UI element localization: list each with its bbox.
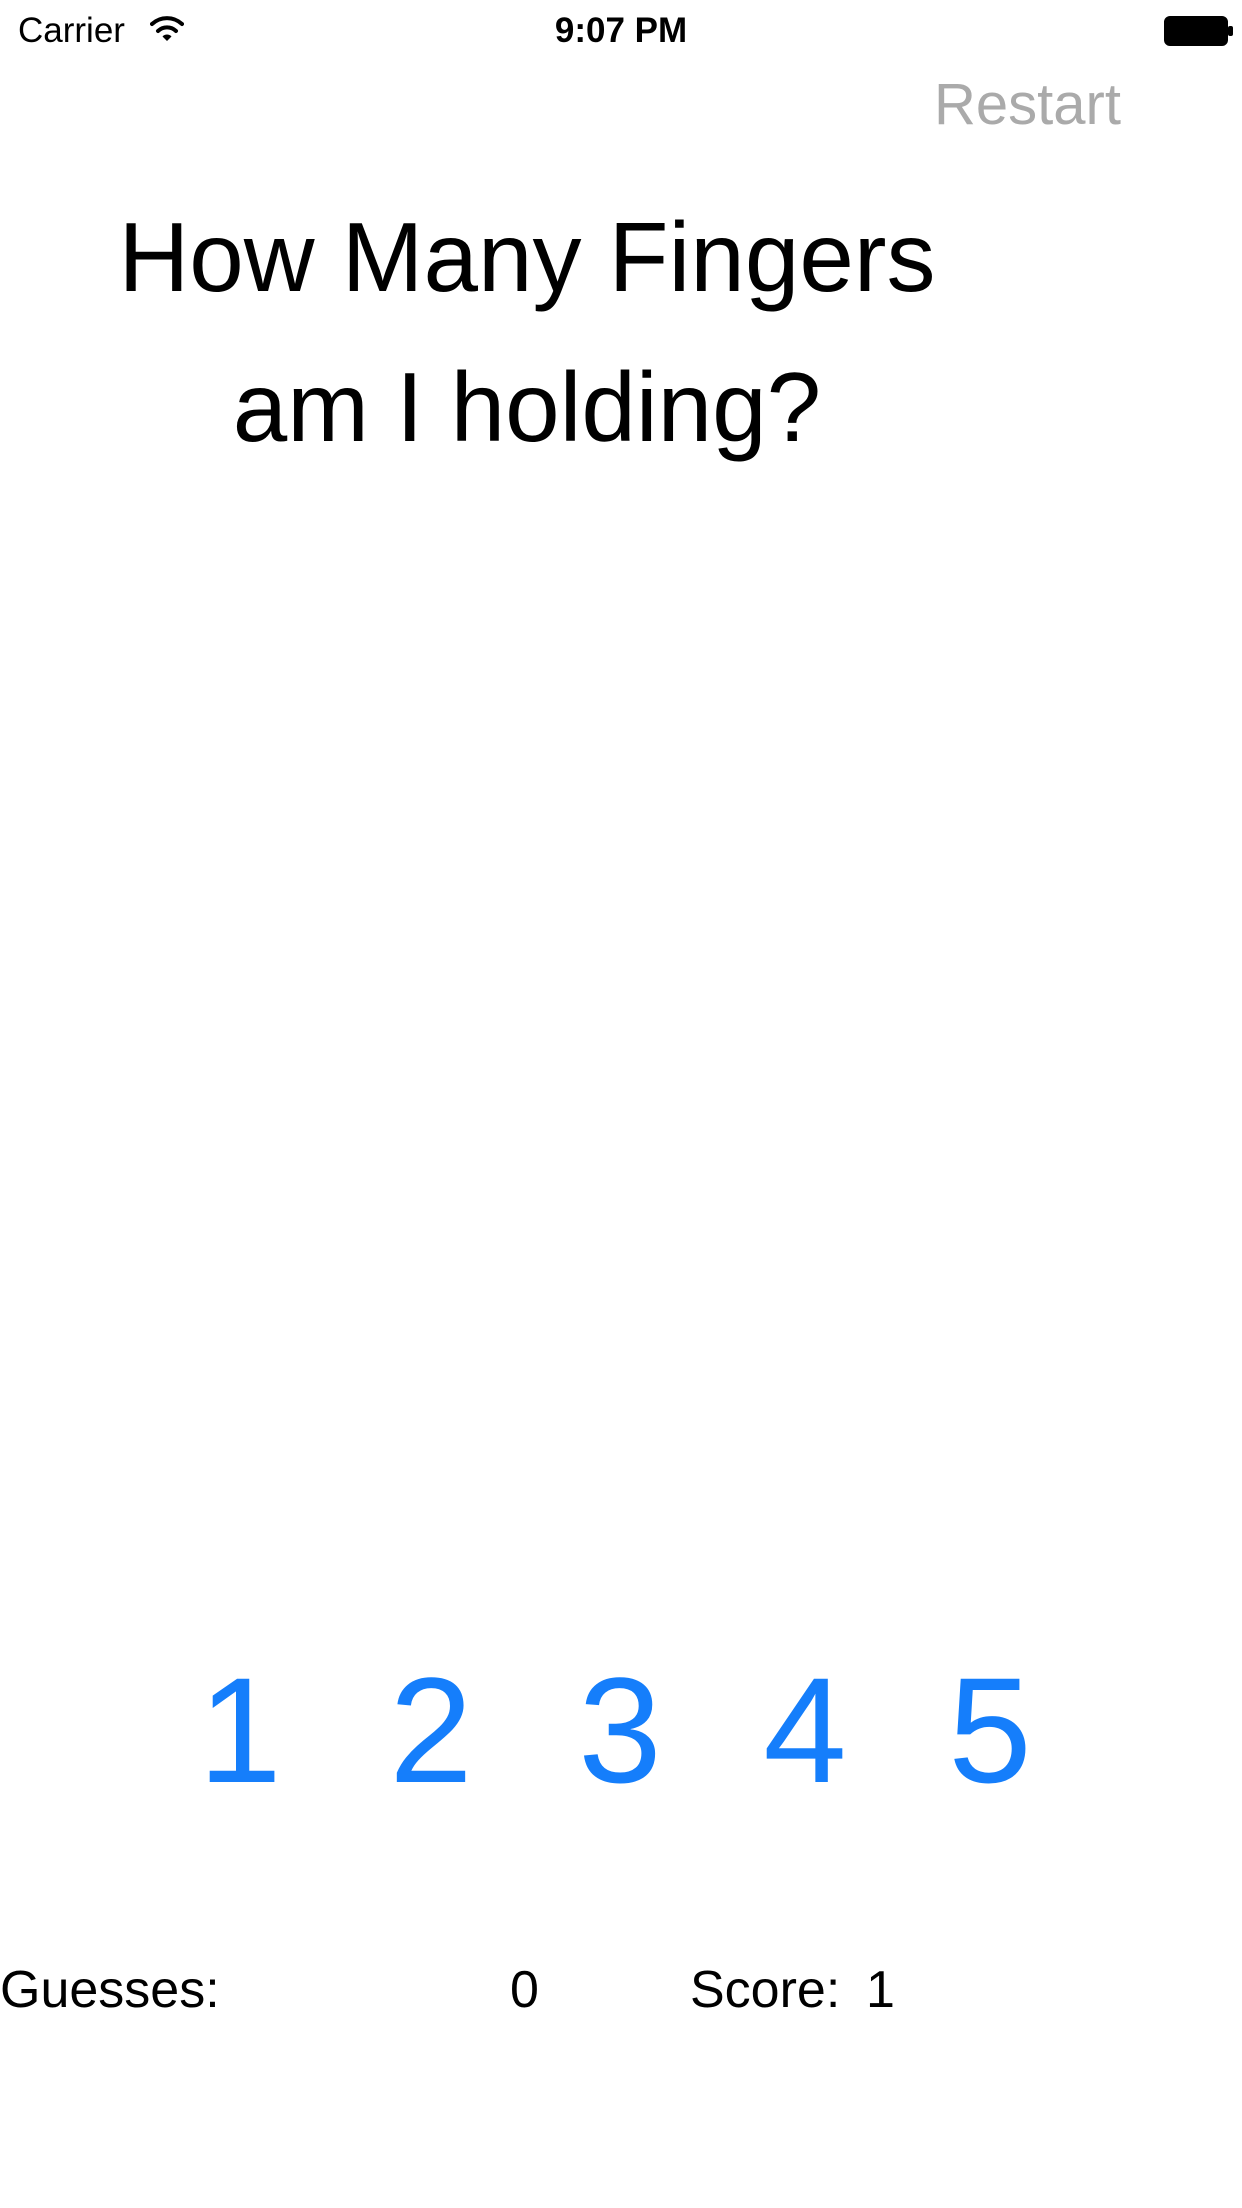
restart-button[interactable]: Restart [934, 70, 1121, 140]
guesses-label: Guesses: [0, 1961, 220, 2019]
stats-row: Guesses: 0 Score: 1 [0, 1955, 1242, 2025]
guess-button-2[interactable]: 2 [371, 1650, 491, 1810]
battery-icon [1164, 16, 1233, 46]
score-value: 1 [866, 1961, 895, 2019]
status-time: 9:07 PM [554, 11, 688, 50]
guess-button-1[interactable]: 1 [180, 1650, 300, 1810]
title-line-1: How Many Fingers [118, 202, 936, 312]
guess-button-4[interactable]: 4 [745, 1650, 865, 1810]
guesses-value: 0 [510, 1961, 539, 2019]
status-bar: Carrier 9:07 PM [0, 0, 1242, 60]
guess-button-3[interactable]: 3 [560, 1650, 680, 1810]
score-label: Score: [690, 1961, 841, 2019]
guess-buttons: 1 2 3 4 5 [0, 1650, 1242, 1810]
title-line-2: am I holding? [232, 352, 822, 462]
guess-button-5[interactable]: 5 [930, 1650, 1050, 1810]
page-title: How Many Fingers am I holding? [0, 182, 1054, 482]
